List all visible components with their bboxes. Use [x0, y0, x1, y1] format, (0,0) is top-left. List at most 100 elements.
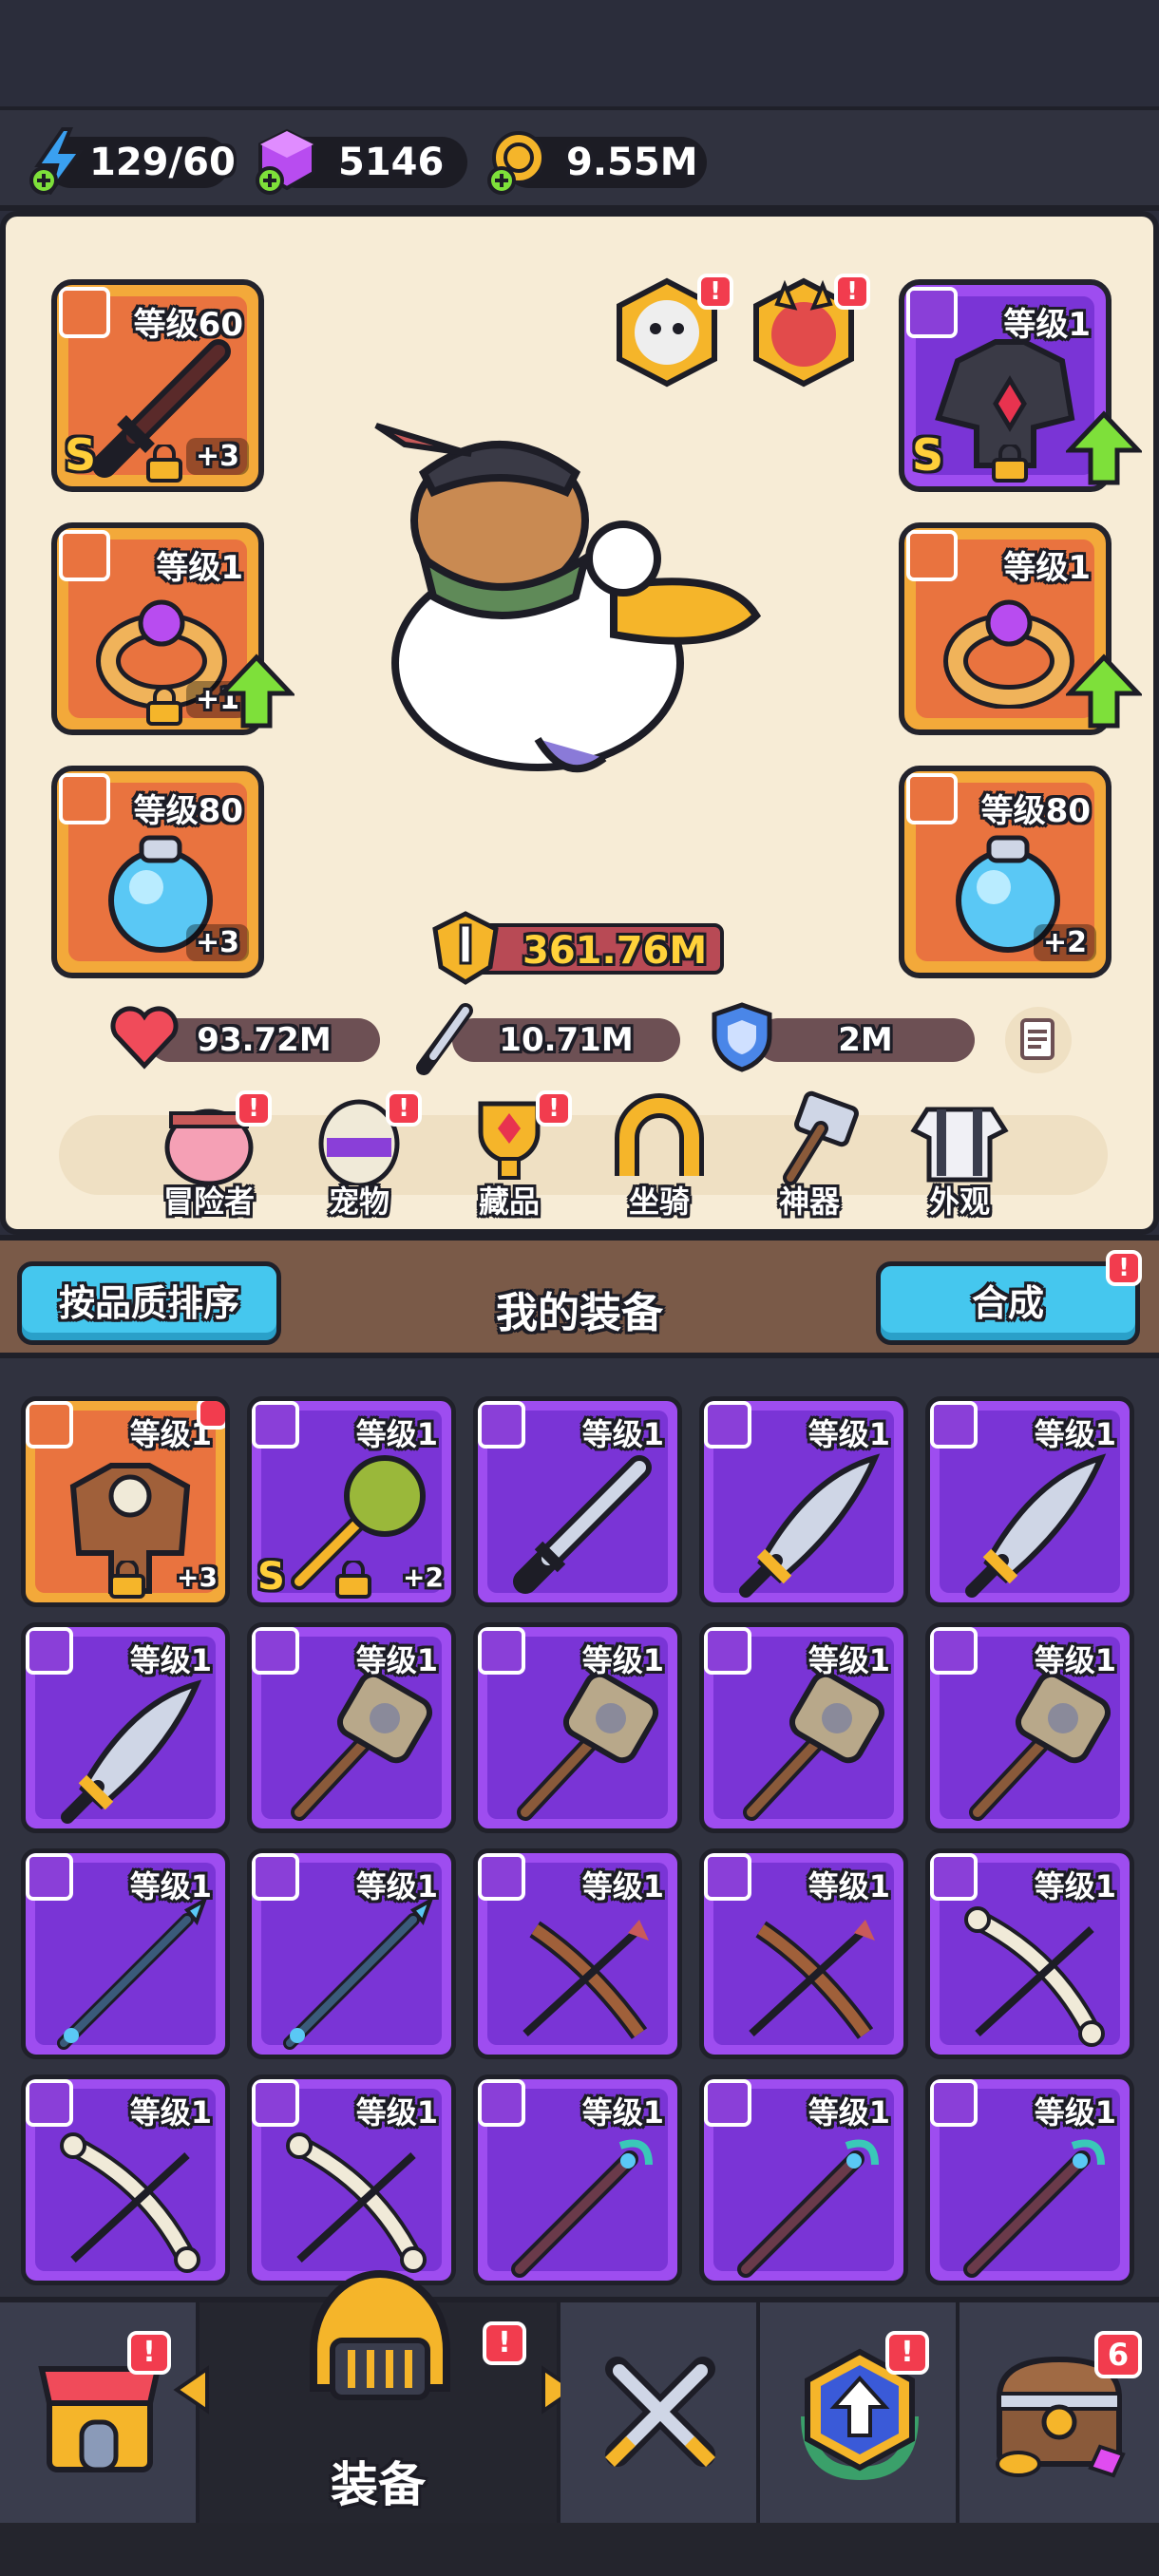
equipment-cell[interactable]: 等级1: [925, 1396, 1134, 1607]
menu-collection[interactable]: ! 藏品: [443, 1090, 576, 1220]
tab-shop[interactable]: !: [0, 2302, 200, 2523]
crossed-swords-icon: [605, 2357, 715, 2467]
item-level: 等级1: [1034, 1868, 1116, 1904]
weapon-slot[interactable]: 等级60 +3 S: [51, 279, 264, 492]
item-level: 等级1: [1034, 1416, 1116, 1452]
amulet-type-icon: [59, 773, 110, 824]
equipment-cell[interactable]: 等级1: [21, 1848, 230, 2059]
alert-badge: !: [834, 274, 870, 310]
equipment-cell[interactable]: 等级1: [473, 1848, 682, 2059]
energy-counter[interactable]: 129/60: [29, 127, 236, 196]
tab-chest[interactable]: 6: [960, 2302, 1159, 2523]
upgrade-arrow-icon: [1066, 410, 1142, 485]
staff-icon: [511, 2139, 653, 2278]
menu-mount[interactable]: 坐骑: [593, 1090, 726, 1220]
menu-label: 神器: [778, 1184, 840, 1220]
sword-icon: [513, 1455, 652, 1594]
upgrade-arrow-icon: [218, 653, 294, 729]
slot-level: 等级1: [1003, 306, 1091, 344]
item-plus: +2: [403, 1562, 444, 1593]
amulet-type-icon: [906, 773, 958, 824]
equipment-cell[interactable]: 等级1: [473, 1396, 682, 1607]
equipment-cell[interactable]: 等级1: [925, 2074, 1134, 2285]
menu-label: 外观: [928, 1184, 990, 1220]
equipment-cell[interactable]: 等级1 +2 S: [247, 1396, 456, 1607]
spear-icon: [57, 1896, 208, 2050]
item-level: 等级1: [808, 2094, 890, 2131]
menu-label: 冒险者: [162, 1184, 255, 1220]
heart-icon: [110, 1006, 179, 1070]
power-sword-icon: [432, 911, 499, 985]
gold-counter[interactable]: 9.55M: [487, 131, 707, 195]
staff-icon: [963, 2139, 1105, 2278]
menu-artifact[interactable]: 神器: [743, 1090, 876, 1220]
alert-badge: !: [885, 2331, 929, 2375]
item-level: 等级1: [129, 1642, 212, 1678]
slot-level: 等级1: [1003, 549, 1091, 587]
saber-icon: [61, 1679, 202, 1824]
menu-adventurer[interactable]: ! 冒险者: [142, 1090, 276, 1220]
hammer-icon: [743, 1671, 885, 1821]
list-detail-icon: [1020, 1018, 1054, 1060]
equipment-cell[interactable]: 等级1: [247, 1848, 456, 2059]
hammer-icon: [291, 1671, 433, 1821]
menu-appearance[interactable]: 外观: [893, 1090, 1026, 1220]
tab-equipment[interactable]: ! 装备: [173, 2270, 578, 2523]
lock-icon: [335, 1561, 371, 1599]
hammer-icon: [783, 1090, 859, 1185]
character-panel: 等级60 +3 S 等级1 +1 等级80 +3 ! ! 等级1 S 等级1 等…: [0, 211, 1159, 1235]
stats-detail-button[interactable]: [1005, 1007, 1072, 1073]
sword-stat-icon: [416, 1003, 473, 1075]
item-level: 等级1: [1034, 2094, 1116, 2131]
hammer-icon: [969, 1671, 1112, 1821]
menu-label: 坐骑: [628, 1184, 690, 1220]
alert-badge: !: [536, 1090, 572, 1127]
attack-value: 10.71M: [499, 1021, 634, 1059]
gem-value: 5146: [338, 141, 445, 184]
ring-type-icon: [59, 530, 110, 581]
bottom-navigation: ! ! 装备 ! 6: [0, 2270, 1159, 2523]
menu-label: 宠物: [328, 1184, 390, 1220]
equipment-cell[interactable]: 等级1: [699, 1848, 908, 2059]
gem-icon: [256, 128, 315, 195]
item-level: 等级1: [581, 1642, 664, 1678]
tab-battle[interactable]: [560, 2302, 760, 2523]
item-level: 等级1: [581, 1416, 664, 1452]
tab-upgrade[interactable]: !: [760, 2302, 960, 2523]
amulet-slot-right[interactable]: 等级80 +2: [899, 766, 1112, 978]
attack-stat: 10.71M: [452, 1018, 680, 1062]
alert-badge: !: [483, 2321, 526, 2365]
ring-type-icon: [906, 530, 958, 581]
pet-companion-avatar[interactable]: !: [610, 274, 733, 389]
slot-plus: +2: [1033, 924, 1096, 961]
menu-pet[interactable]: ! 宠物: [293, 1090, 426, 1220]
equipment-cell[interactable]: 等级1: [925, 1848, 1134, 2059]
lock-icon: [109, 1561, 145, 1599]
bow-icon: [749, 1920, 875, 2039]
tab-equipment-label: 装备: [331, 2457, 426, 2512]
item-level: 等级1: [808, 1416, 890, 1452]
equipment-cell[interactable]: 等级1: [473, 1622, 682, 1833]
slot-plus: +3: [185, 924, 249, 961]
rarity-label: S: [912, 429, 944, 481]
item-level: 等级1: [355, 1868, 438, 1904]
saber-icon: [965, 1453, 1107, 1598]
item-level: 等级1: [808, 1642, 890, 1678]
item-level: 等级1: [581, 1868, 664, 1904]
amulet-slot-left[interactable]: 等级80 +3: [51, 766, 264, 978]
equipment-cell[interactable]: 等级1: [699, 2074, 908, 2285]
item-level: 等级1: [355, 2094, 438, 2131]
slot-level: 等级80: [980, 792, 1091, 830]
equipment-cell[interactable]: 等级1: [473, 2074, 682, 2285]
equipment-cell[interactable]: 等级1: [699, 1622, 908, 1833]
gem-counter[interactable]: 5146: [256, 128, 467, 195]
merge-button[interactable]: 合成: [876, 1261, 1140, 1345]
equipment-cell[interactable]: 等级1: [925, 1622, 1134, 1833]
equipment-cell[interactable]: 等级1: [699, 1396, 908, 1607]
equipment-cell[interactable]: 等级1: [21, 1622, 230, 1833]
equipment-cell[interactable]: 等级1: [247, 1622, 456, 1833]
equipment-cell[interactable]: 等级1 +3: [21, 1396, 230, 1607]
hero-companion-avatar[interactable]: !: [747, 274, 870, 389]
character-on-pelican: [374, 423, 762, 773]
equipment-cell[interactable]: 等级1: [21, 2074, 230, 2285]
